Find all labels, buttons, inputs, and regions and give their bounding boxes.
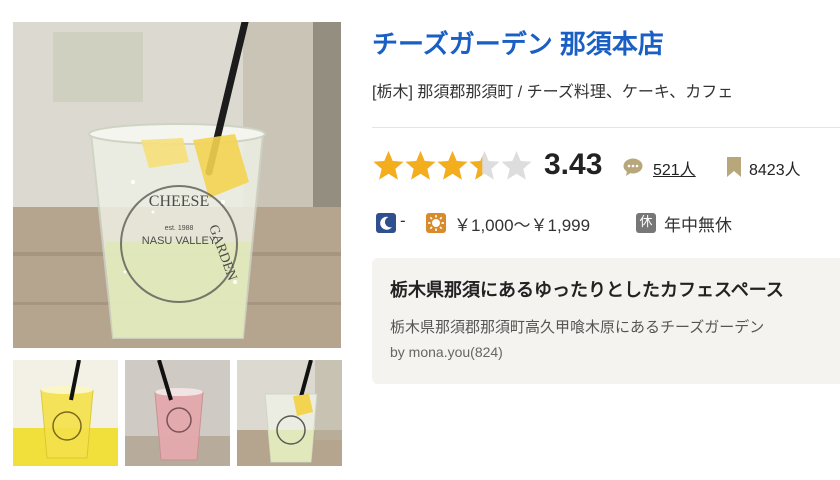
- thumbnail-pink-drink[interactable]: [125, 360, 230, 466]
- thumbnail-lemon-soda[interactable]: [237, 360, 342, 466]
- dinner-budget: -: [400, 211, 406, 230]
- main-photo-lemonade[interactable]: CHEESE GARDEN NASU VALLEY est. 1988: [13, 22, 341, 348]
- star-icon: [501, 151, 532, 180]
- cup-logo-since-text: est. 1988: [165, 225, 194, 232]
- featured-review-card[interactable]: 栃木県那須にあるゆったりとしたカフェスペース 栃木県那須郡那須町高久甲喰木原にあ…: [372, 258, 840, 384]
- review-title[interactable]: 栃木県那須にあるゆったりとしたカフェスペース: [390, 276, 784, 302]
- area-genre-text: [栃木] 那須郡那須町 / チーズ料理、ケーキ、カフェ: [372, 84, 734, 101]
- restaurant-name-link[interactable]: チーズガーデン 那須本店: [372, 24, 664, 61]
- rating-row: 3.43 521人 8423人: [372, 148, 840, 184]
- star-icon: [405, 151, 436, 180]
- budget-row: - ￥1,000～￥1,999 休 年中無休: [372, 211, 840, 237]
- holiday-icon: 休: [636, 213, 656, 233]
- review-bubble-icon: [623, 158, 643, 176]
- cup-logo-top-text: CHEESE: [149, 193, 209, 210]
- star-icon: [373, 151, 404, 180]
- rating-score: 3.43: [544, 148, 603, 181]
- review-snippet: 栃木県那須郡那須町高久甲喰木原にあるチーズガーデン: [390, 319, 765, 336]
- review-count-link[interactable]: 521人: [653, 156, 696, 180]
- sun-icon: [426, 213, 446, 233]
- moon-icon: [376, 213, 396, 233]
- thumbnail-yellow-drink[interactable]: [13, 360, 118, 466]
- cup-logo-middle-text: NASU VALLEY: [142, 235, 217, 247]
- star-icon: [469, 151, 500, 180]
- photo-thumbnails: [13, 360, 342, 466]
- restaurant-info: チーズガーデン 那須本店 [栃木] 那須郡那須町 / チーズ料理、ケーキ、カフェ…: [372, 0, 840, 480]
- bookmark-icon[interactable]: [727, 157, 741, 177]
- bookmark-count: 8423人: [749, 162, 801, 179]
- star-icon: [437, 151, 468, 180]
- holiday-text: 年中無休: [664, 216, 732, 235]
- review-author: by mona.you(824): [390, 344, 503, 360]
- lunch-budget: ￥1,000～￥1,999: [454, 216, 591, 235]
- divider: [372, 127, 840, 128]
